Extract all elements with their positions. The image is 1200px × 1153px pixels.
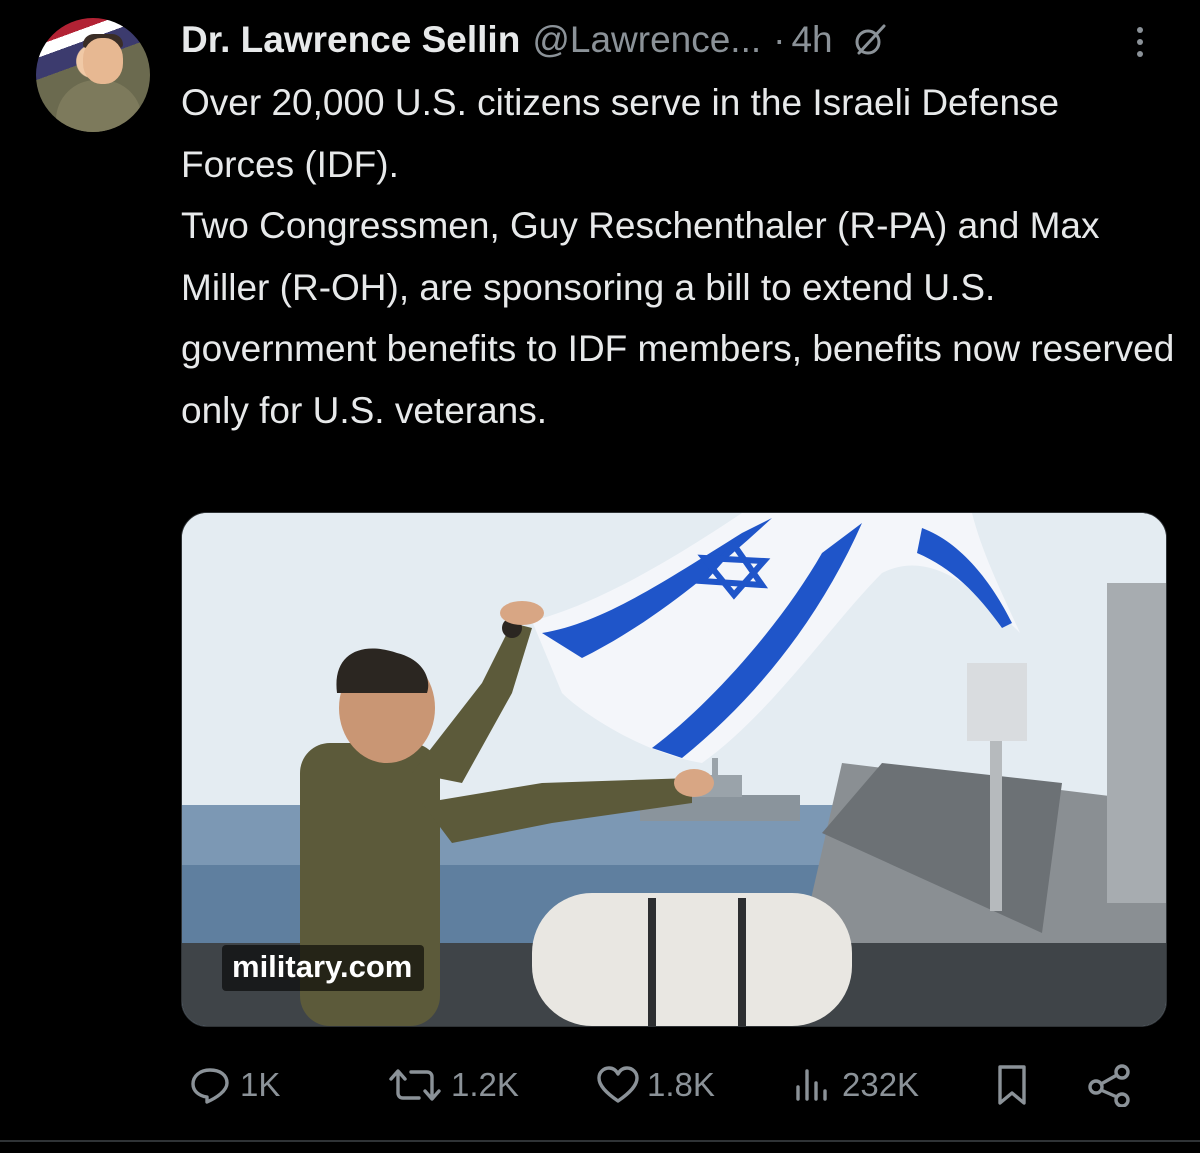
views-icon	[796, 1069, 827, 1101]
tweet-header: Dr. Lawrence Sellin @Lawrence... · 4h	[181, 12, 887, 68]
tweet-text: Over 20,000 U.S. citizens serve in the I…	[181, 72, 1181, 441]
avatar-uniform	[56, 80, 142, 132]
like-icon	[597, 1066, 639, 1103]
author-handle[interactable]: @Lawrence...	[532, 19, 761, 61]
repost-count: 1.2K	[451, 1066, 519, 1103]
grok-icon[interactable]	[853, 23, 887, 57]
tweet-paragraph-2: Two Congressmen, Guy Reschenthaler (R-PA…	[181, 205, 1175, 431]
share-icon	[1088, 1064, 1130, 1107]
tweet-time[interactable]: 4h	[791, 19, 832, 61]
views-count: 232K	[842, 1066, 920, 1103]
tweet-paragraph-1: Over 20,000 U.S. citizens serve in the I…	[181, 82, 1060, 185]
media-source-label: military.com	[222, 945, 425, 991]
more-icon[interactable]	[1130, 24, 1150, 60]
bookmark-icon	[998, 1065, 1026, 1105]
life-raft-canister	[532, 893, 852, 1026]
avatar-face	[83, 38, 123, 84]
header-separator: ·	[773, 19, 786, 60]
tweet-media-image[interactable]: military.com	[181, 512, 1167, 1027]
views-button[interactable]: 232K	[790, 1055, 919, 1115]
author-name[interactable]: Dr. Lawrence Sellin	[181, 19, 520, 61]
reply-count: 1K	[240, 1066, 281, 1103]
like-button[interactable]: 1.8K	[595, 1055, 715, 1115]
share-button[interactable]	[1085, 1055, 1141, 1115]
bottom-divider	[0, 1140, 1200, 1142]
like-count: 1.8K	[647, 1066, 715, 1103]
author-avatar[interactable]	[36, 18, 150, 132]
repost-button[interactable]: 1.2K	[385, 1055, 519, 1115]
bookmark-button[interactable]	[992, 1055, 1038, 1115]
reply-icon	[191, 1068, 229, 1104]
repost-icon	[389, 1069, 441, 1101]
tweet-actions-bar: 1K 1.2K 1.8K 232K	[180, 1055, 1170, 1115]
reply-button[interactable]: 1K	[188, 1055, 280, 1115]
